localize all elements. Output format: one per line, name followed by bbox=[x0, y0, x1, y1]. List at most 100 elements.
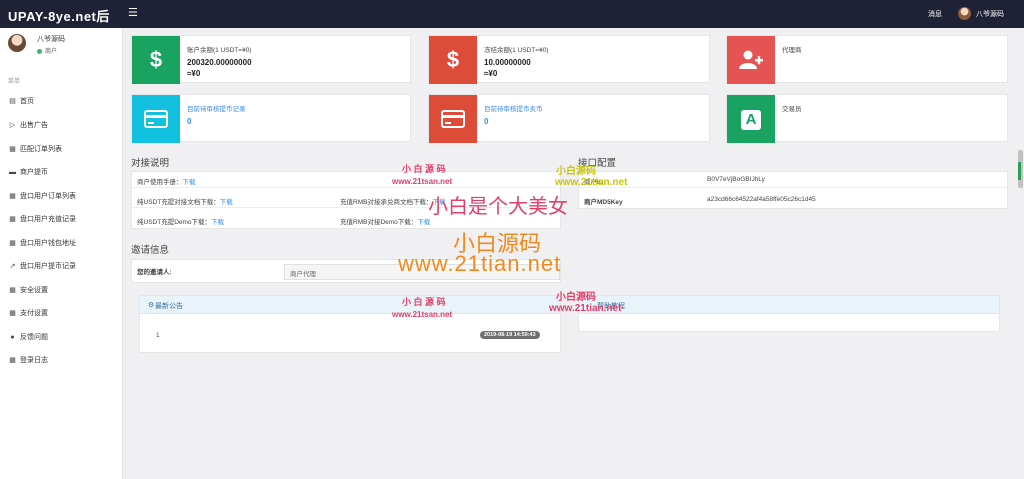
pending-sell-link[interactable]: 目前待审核提币卖币 bbox=[484, 103, 543, 113]
table-row: 商户MD5Key a23cd66c64522af4a58ffe05c26c1d4… bbox=[579, 192, 1007, 208]
sidebar-item-label: 支付设置 bbox=[20, 310, 48, 317]
external-icon: ↗ bbox=[9, 263, 16, 270]
sidebar-item-label: 盘口用户提币记录 bbox=[20, 263, 76, 270]
rmb-doc-label: 充值RMB对接承兑商文档下载：下载 bbox=[340, 199, 446, 206]
pending-withdraw-card: 目前待审核提币记录 0 bbox=[131, 94, 411, 143]
chart-icon: ▤ bbox=[9, 98, 16, 105]
scrollbar-accent bbox=[1018, 162, 1021, 180]
merchant-id-value[interactable]: B0V7eVjBoGBIJhLy bbox=[707, 176, 765, 183]
manual-download-link[interactable]: 下载 bbox=[183, 179, 196, 186]
sidebar-item-payment[interactable]: ▦ 支付设置 bbox=[8, 308, 48, 318]
table-row: 纯USDT充提对接文档下载：下载 充值RMB对接承兑商文档下载：下载 bbox=[132, 192, 560, 208]
table-row: 商户使用手册：下载 bbox=[132, 172, 560, 188]
frozen-label: 冻结余额(1 USDT=¥0) bbox=[484, 47, 549, 54]
notice-item-title[interactable]: 1 bbox=[156, 332, 160, 339]
sidebar-item-label: 反馈问题 bbox=[20, 334, 48, 341]
api-title: 接口配置 bbox=[578, 158, 617, 169]
frozen-cny: ≈¥0 bbox=[484, 69, 498, 78]
avatar bbox=[8, 34, 26, 52]
docs-title: 对接说明 bbox=[131, 158, 170, 169]
notice-time-badge: 2019-08-19 14:59:43 bbox=[480, 331, 540, 339]
usdt-doc-label: 纯USDT充提对接文档下载：下载 bbox=[137, 199, 233, 206]
inviter-label: 您的邀请人: bbox=[137, 269, 172, 276]
sidebar-item-merchant-withdraw[interactable]: ▬ 商户提币 bbox=[8, 167, 48, 177]
sidebar-item-label: 首页 bbox=[20, 98, 34, 105]
table-row: 商户ID B0V7eVjBoGBIJhLy bbox=[579, 172, 1007, 188]
sidebar-item-match-orders[interactable]: ▦ 匹配订单列表 bbox=[8, 144, 62, 154]
invite-panel: 您的邀请人: 商户代理 bbox=[131, 259, 561, 283]
a-letter-icon: A bbox=[727, 95, 775, 143]
balance-value: 200320.00000000 bbox=[187, 58, 252, 67]
sidebar-item-label: 匹配订单列表 bbox=[20, 146, 62, 153]
notice-title: 最新公告 bbox=[155, 303, 183, 310]
invite-title: 邀请信息 bbox=[131, 245, 170, 256]
balance-label: 账户余额(1 USDT=¥0) bbox=[187, 47, 252, 54]
list-icon: ▦ bbox=[9, 310, 16, 317]
sidebar-item-user-recharge[interactable]: ▦ 盘口用户充值记录 bbox=[8, 214, 76, 224]
usdt-demo-label: 纯USDT充提Demo下载：下载 bbox=[137, 219, 225, 226]
agent-card[interactable]: 代理商 bbox=[726, 35, 1008, 84]
sidebar: 八爷源码 商户 菜单 ▤ 首页 ▷ 出售广告 ▦ 匹配订单列表 ▬ 商户提币 ▦ 盘口用户… bbox=[0, 28, 123, 479]
list-icon: ▦ bbox=[9, 216, 16, 223]
notice-panel: ⚙ 最新公告 1 2019-08-19 14:59:43 bbox=[139, 295, 561, 353]
usdt-doc-download-link[interactable]: 下载 bbox=[220, 199, 233, 206]
rmb-demo-download-link[interactable]: 下载 bbox=[417, 219, 430, 226]
help-header: 帮助教程 bbox=[579, 296, 999, 314]
sidebar-item-home[interactable]: ▤ 首页 bbox=[8, 96, 34, 106]
sidebar-item-login-log[interactable]: ▦ 登录日志 bbox=[8, 355, 48, 365]
dollar-icon: $ bbox=[132, 36, 180, 84]
nav-section-label: 菜单 bbox=[8, 79, 21, 85]
md5-key-value[interactable]: a23cd66c64522af4a58ffe05c26c1d45 bbox=[707, 196, 816, 203]
sidebar-item-user-withdraw[interactable]: ↗ 盘口用户提币记录 bbox=[8, 261, 76, 271]
add-user-icon bbox=[727, 36, 775, 84]
top-user-name[interactable]: 八爷源码 bbox=[976, 9, 1004, 19]
sidebar-item-label: 盘口用户订单列表 bbox=[20, 193, 76, 200]
pending-withdraw-link[interactable]: 目前待审核提币记录 bbox=[187, 103, 246, 113]
frozen-card: $ 冻结余额(1 USDT=¥0) 10.00000000 ≈¥0 bbox=[428, 35, 710, 84]
sidebar-item-label: 安全设置 bbox=[20, 287, 48, 294]
inviter-field: 商户代理 bbox=[284, 264, 560, 280]
pending-sell-count: 0 bbox=[484, 117, 489, 126]
merchant-id-label: 商户ID bbox=[584, 179, 604, 186]
usdt-demo-download-link[interactable]: 下载 bbox=[211, 219, 224, 226]
md5-key-label: 商户MD5Key bbox=[584, 199, 623, 206]
sidebar-item-user-orders[interactable]: ▦ 盘口用户订单列表 bbox=[8, 191, 76, 201]
brand-logo[interactable]: UPAY-8ye.net后 bbox=[8, 6, 110, 25]
list-icon: ▦ bbox=[9, 287, 16, 294]
credit-card-icon bbox=[429, 95, 477, 143]
sidebar-item-label: 盘口用户钱包地址 bbox=[20, 240, 76, 247]
trader-label: 交易员 bbox=[782, 106, 802, 113]
online-dot-icon bbox=[37, 48, 42, 54]
profile-name: 八爷源码 bbox=[37, 36, 65, 43]
trader-card[interactable]: A 交易员 bbox=[726, 94, 1008, 143]
messages-link[interactable]: 消息 bbox=[928, 9, 942, 19]
sidebar-item-feedback[interactable]: ● 反馈问题 bbox=[8, 332, 48, 342]
chat-icon: ● bbox=[10, 334, 15, 341]
sidebar-item-ads[interactable]: ▷ 出售广告 bbox=[8, 120, 48, 130]
notice-header: ⚙ 最新公告 bbox=[140, 296, 560, 314]
table-row: 纯USDT充提Demo下载：下载 充值RMB对接Demo下载：下载 bbox=[132, 212, 560, 228]
sidebar-item-label: 登录日志 bbox=[20, 357, 48, 364]
list-icon: ▦ bbox=[9, 193, 16, 200]
gears-icon: ⚙ bbox=[148, 302, 155, 309]
top-bar: UPAY-8ye.net后 ☰ 消息 八爷源码 bbox=[0, 0, 1024, 28]
profile-role-label: 商户 bbox=[45, 49, 58, 55]
profile-role: 商户 bbox=[37, 46, 57, 55]
help-title: 帮助教程 bbox=[597, 303, 625, 310]
list-icon: ▦ bbox=[9, 357, 16, 364]
api-panel: 商户ID B0V7eVjBoGBIJhLy 商户MD5Key a23cd66c6… bbox=[578, 171, 1008, 209]
top-avatar[interactable] bbox=[958, 7, 971, 20]
rmb-doc-download-link[interactable]: 下载 bbox=[432, 199, 445, 206]
menu-icon[interactable]: ☰ bbox=[128, 6, 138, 19]
list-icon: ▦ bbox=[9, 240, 16, 247]
manual-label: 商户使用手册：下载 bbox=[137, 179, 196, 186]
sidebar-item-user-wallet[interactable]: ▦ 盘口用户钱包地址 bbox=[8, 238, 76, 248]
pending-sell-card: 目前待审核提币卖币 0 bbox=[428, 94, 710, 143]
agent-label: 代理商 bbox=[782, 47, 802, 54]
balance-cny: ≈¥0 bbox=[187, 69, 201, 78]
sidebar-item-security[interactable]: ▦ 安全设置 bbox=[8, 285, 48, 295]
help-panel: 帮助教程 bbox=[578, 295, 1000, 332]
megaphone-icon: ▷ bbox=[9, 122, 16, 129]
sidebar-item-label: 商户提币 bbox=[20, 169, 48, 176]
docs-panel: 商户使用手册：下载 纯USDT充提对接文档下载：下载 充值RMB对接承兑商文档下… bbox=[131, 171, 561, 229]
